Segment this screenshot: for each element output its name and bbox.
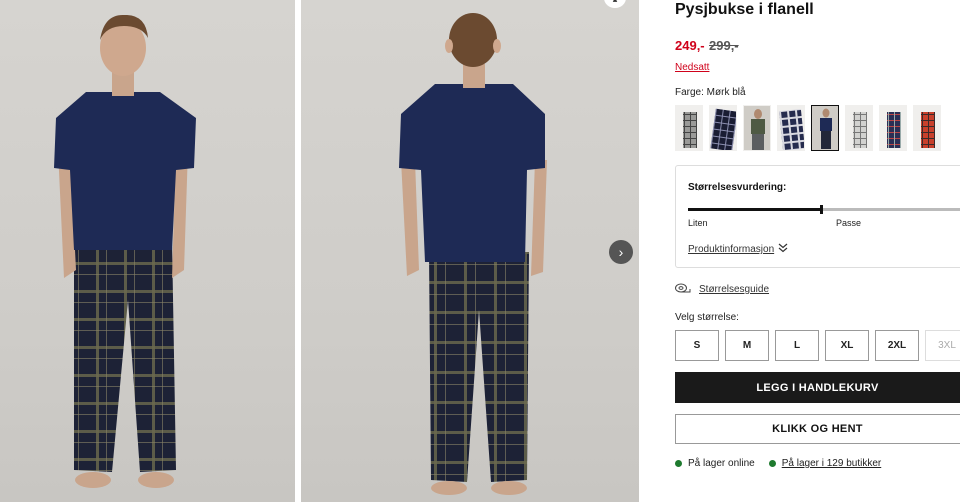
in-stock-dot-icon bbox=[768, 460, 776, 467]
fit-rating-box: Størrelsesvurdering: Liten Passe Produkt… bbox=[675, 165, 960, 268]
color-swatches bbox=[675, 105, 941, 151]
product-info-toggle[interactable]: Produktinformasjon bbox=[688, 243, 788, 256]
size-option-2xl[interactable]: 2XL bbox=[875, 330, 919, 361]
size-option-l[interactable]: L bbox=[775, 330, 819, 361]
click-and-collect-button[interactable]: KLIKK OG HENT bbox=[675, 414, 960, 444]
stock-stores-link[interactable]: På lager i 129 butikker bbox=[782, 458, 882, 469]
current-price: 249,- bbox=[675, 38, 705, 53]
model-front-illustration bbox=[54, 14, 196, 488]
carousel-next-button[interactable]: › bbox=[609, 240, 633, 264]
fit-rating-fill bbox=[688, 208, 822, 211]
model-back-illustration bbox=[399, 13, 547, 495]
fit-rating-fit: Passe bbox=[836, 218, 862, 228]
stock-status: På lager online På lager i 129 butikker bbox=[675, 458, 881, 469]
sale-link[interactable]: Nedsatt bbox=[675, 62, 709, 73]
color-label: Farge: Mørk blå bbox=[675, 87, 746, 98]
tape-measure-icon bbox=[675, 283, 691, 296]
stock-online: På lager online bbox=[688, 458, 755, 469]
size-option-xl[interactable]: XL bbox=[825, 330, 869, 361]
fit-rating-marker bbox=[820, 205, 824, 214]
choose-size-label: Velg størrelse: bbox=[675, 312, 739, 323]
swatch-grey-check[interactable] bbox=[675, 105, 703, 151]
in-stock-dot-icon bbox=[675, 460, 682, 467]
add-to-cart-button[interactable]: LEGG I HANDLEKURV bbox=[675, 372, 960, 403]
product-info-label: Produktinformasjon bbox=[688, 244, 775, 255]
product-photo-back[interactable] bbox=[301, 0, 639, 502]
swatch-model-green[interactable] bbox=[743, 105, 771, 151]
size-option-m[interactable]: M bbox=[725, 330, 769, 361]
size-options: S M L XL 2XL 3XL bbox=[675, 330, 960, 361]
fit-rating-bar bbox=[688, 205, 960, 214]
product-title: Pysjbukse i flanell bbox=[675, 1, 814, 18]
original-price: 299,- bbox=[709, 38, 739, 53]
swatch-navy-check[interactable] bbox=[709, 105, 737, 151]
size-option-s[interactable]: S bbox=[675, 330, 719, 361]
swatch-light-grey-check[interactable] bbox=[845, 105, 873, 151]
product-info-panel: Pysjbukse i flanell 249,- 299,- Nedsatt … bbox=[675, 0, 960, 502]
size-guide-label: Størrelsesguide bbox=[699, 284, 770, 295]
fit-rating-small: Liten bbox=[688, 218, 708, 228]
double-chevron-down-icon bbox=[778, 243, 788, 256]
swatch-navy-red-check[interactable] bbox=[879, 105, 907, 151]
swatch-model-navy[interactable] bbox=[811, 105, 839, 151]
size-guide-link[interactable]: Størrelsesguide bbox=[675, 283, 769, 296]
swatch-navy-check-2[interactable] bbox=[777, 105, 805, 151]
chevron-right-icon: › bbox=[618, 244, 624, 260]
swatch-red-check[interactable] bbox=[913, 105, 941, 151]
fit-rating-label: Størrelsesvurdering: bbox=[688, 182, 787, 193]
size-option-3xl[interactable]: 3XL bbox=[925, 330, 960, 361]
product-photo-front[interactable] bbox=[0, 0, 295, 502]
